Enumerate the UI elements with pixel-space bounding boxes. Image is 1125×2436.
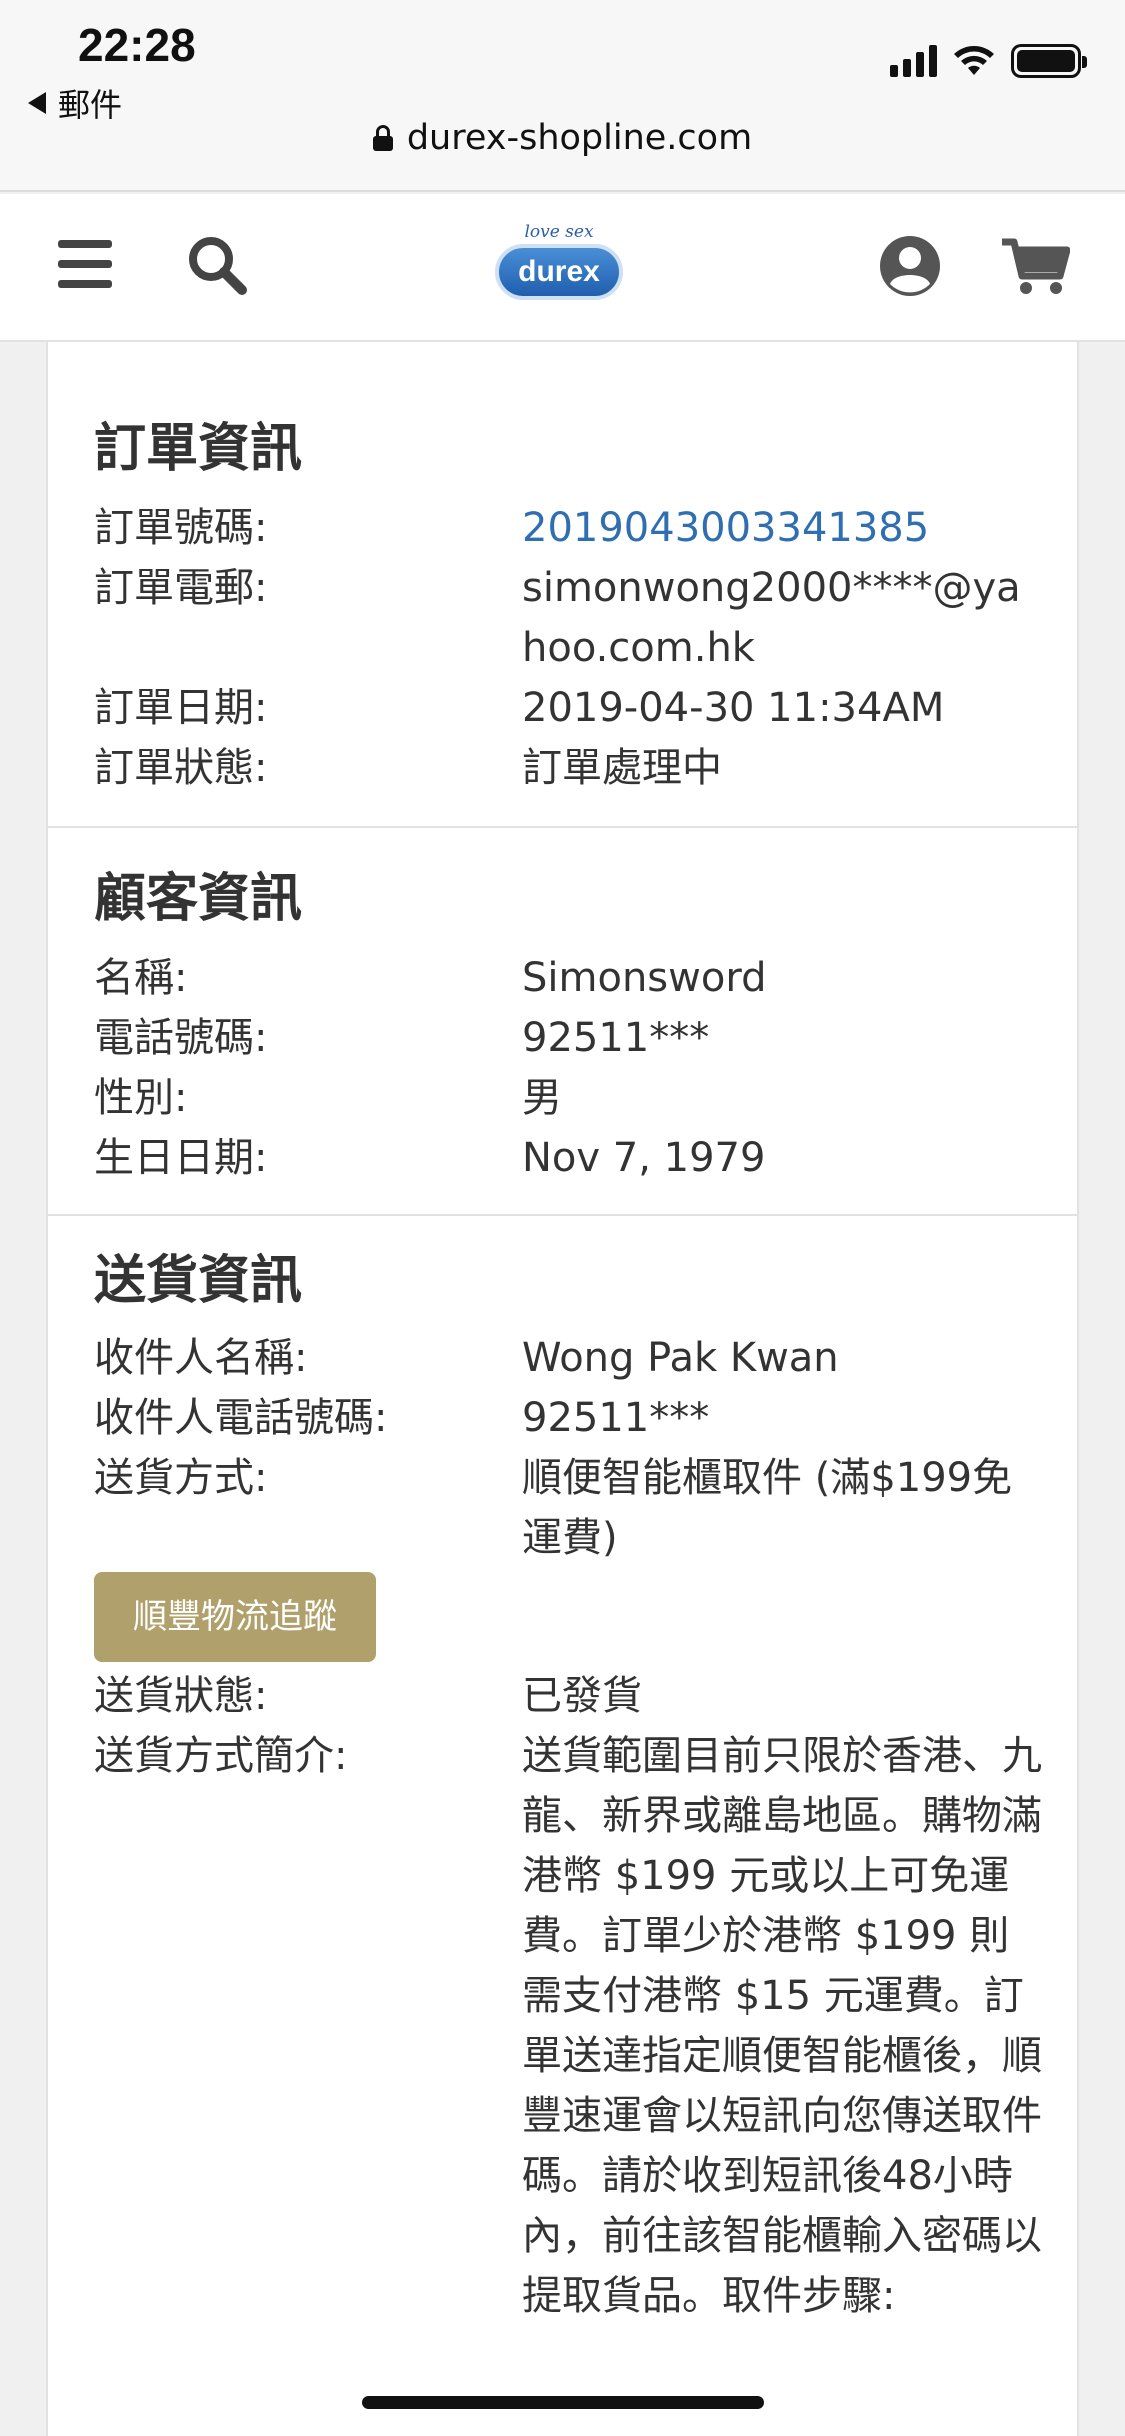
row-label: 電話號碼: (94, 1015, 268, 1061)
home-indicator[interactable] (362, 2396, 764, 2409)
row-value: 訂單處理中 (522, 745, 722, 791)
menu-icon[interactable] (58, 240, 112, 288)
customer-phone-row: 電話號碼: 92511*** (94, 1008, 1054, 1068)
customer-name-row: 名稱: Simonsword (94, 948, 1054, 1008)
section-title: 顧客資訊 (94, 869, 303, 929)
browser-chrome: 22:28 郵件 durex-shopline.com (0, 0, 1125, 192)
delivery-method-row: 送貨方式: 順便智能櫃取件 (滿$199免運費) (94, 1448, 1054, 1568)
delivery-info-section: 送貨資訊 收件人名稱: Wong Pak Kwan 收件人電話號碼: 92511… (48, 1216, 1077, 2436)
order-email-row: 訂單電郵: simonwong2000****@yahoo.com.hk (94, 558, 1054, 678)
order-details-card: 訂單資訊 訂單號碼: 2019043003341385 訂單電郵: simonw… (46, 342, 1079, 2436)
logo-tagline: love sex (524, 222, 594, 242)
back-arrow-icon (28, 92, 46, 114)
row-label: 訂單日期: (94, 685, 268, 731)
durex-logo[interactable]: love sex durex (492, 216, 626, 320)
section-title: 送貨資訊 (94, 1251, 303, 1311)
row-label: 收件人電話號碼: (94, 1395, 388, 1441)
row-label: 收件人名稱: (94, 1335, 308, 1381)
url-text: durex-shopline.com (406, 118, 753, 158)
row-label: 訂單電郵: (94, 565, 268, 611)
row-value: 92511*** (522, 1395, 710, 1441)
row-value: 92511*** (522, 1015, 710, 1061)
row-value: 已發貨 (522, 1673, 642, 1719)
logo-wordmark: durex (495, 244, 623, 300)
row-label: 性別: (94, 1075, 188, 1121)
row-value: 2019-04-30 11:34AM (522, 685, 945, 731)
delivery-status-row: 送貨狀態: 已發貨 (94, 1666, 1054, 1726)
order-number-row: 訂單號碼: 2019043003341385 (94, 498, 1054, 558)
row-value: 順便智能櫃取件 (滿$199免運費) (522, 1455, 1013, 1561)
cart-icon[interactable] (1000, 236, 1070, 296)
section-title: 訂單資訊 (94, 419, 303, 479)
site-header: love sex durex (0, 194, 1125, 342)
order-info-section: 訂單資訊 訂單號碼: 2019043003341385 訂單電郵: simonw… (48, 342, 1077, 828)
status-icons (890, 44, 1087, 78)
row-label: 送貨方式簡介: (94, 1733, 348, 1779)
customer-birthday-row: 生日日期: Nov 7, 1979 (94, 1128, 1054, 1188)
sf-tracking-button[interactable]: 順豐物流追蹤 (94, 1572, 376, 1662)
row-value: Simonsword (522, 955, 767, 1001)
order-status-row: 訂單狀態: 訂單處理中 (94, 738, 1054, 798)
row-label: 送貨方式: (94, 1455, 268, 1501)
recipient-phone-row: 收件人電話號碼: 92511*** (94, 1388, 1054, 1448)
row-label: 生日日期: (94, 1135, 268, 1181)
order-number-link[interactable]: 2019043003341385 (522, 498, 1042, 558)
row-value: Wong Pak Kwan (522, 1335, 839, 1381)
order-date-row: 訂單日期: 2019-04-30 11:34AM (94, 678, 1054, 738)
row-value: simonwong2000****@yahoo.com.hk (522, 565, 1021, 671)
cellular-signal-icon (890, 45, 937, 77)
delivery-intro-text: 送貨範圍目前只限於香港、九龍、新界或離島地區。購物滿港幣 $199 元或以上可免… (522, 1733, 1042, 2319)
row-value: 男 (522, 1075, 562, 1121)
customer-info-section: 顧客資訊 名稱: Simonsword 電話號碼: 92511*** 性別: 男… (48, 828, 1077, 1216)
lock-icon (372, 125, 393, 151)
delivery-intro-row: 送貨方式簡介: 送貨範圍目前只限於香港、九龍、新界或離島地區。購物滿港幣 $19… (94, 1726, 1054, 2426)
row-label: 送貨狀態: (94, 1673, 268, 1719)
recipient-name-row: 收件人名稱: Wong Pak Kwan (94, 1328, 1054, 1388)
row-label: 訂單狀態: (94, 745, 268, 791)
row-value: Nov 7, 1979 (522, 1135, 766, 1181)
wifi-icon (954, 46, 994, 75)
url-bar[interactable]: durex-shopline.com (0, 118, 1125, 158)
customer-gender-row: 性別: 男 (94, 1068, 1054, 1128)
status-time: 22:28 (78, 19, 196, 71)
battery-icon (1011, 44, 1087, 78)
row-label: 訂單號碼: (94, 505, 268, 551)
search-icon[interactable] (186, 234, 248, 296)
account-icon[interactable] (878, 234, 942, 298)
row-label: 名稱: (94, 955, 188, 1001)
